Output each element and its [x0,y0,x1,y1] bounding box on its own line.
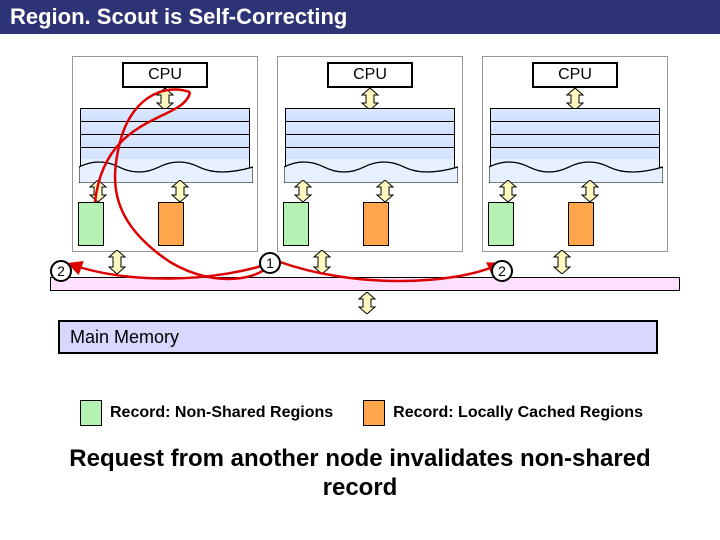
step-badge-2-right: 2 [491,260,513,282]
cache-table [490,108,660,180]
nonshared-region-box [283,202,309,246]
bidir-arrow-icon [105,250,129,274]
title-text: Region. Scout is Self-Correcting [10,4,347,29]
legend-swatch-orange [363,400,385,426]
interconnect-bus [50,277,680,291]
cpu-box: CPU [327,62,413,88]
bidir-arrow-icon [358,88,382,110]
caption-text: Request from another node invalidates no… [69,445,650,501]
cpu-label: CPU [353,66,387,83]
bidir-arrow-icon [563,88,587,110]
bidir-arrow-icon [153,88,177,110]
legend-swatch-green [80,400,102,426]
bidir-arrow-icon [373,180,397,202]
main-memory-label: Main Memory [70,327,179,347]
diagram: CPU CPU [0,62,720,372]
caption: Request from another node invalidates no… [0,445,720,503]
legend-locally-cached: Record: Locally Cached Regions [363,400,643,426]
bidir-arrow-icon [355,292,379,314]
cache-table [80,108,250,180]
legend: Record: Non-Shared Regions Record: Local… [80,400,680,426]
bidir-arrow-icon [86,180,110,202]
bidir-arrow-icon [291,180,315,202]
legend-label: Record: Non-Shared Regions [110,404,333,422]
step-badge-2-left: 2 [50,260,72,282]
bidir-arrow-icon [496,180,520,202]
locally-cached-box [158,202,184,246]
bidir-arrow-icon [578,180,602,202]
cache-table [285,108,455,180]
main-memory-box: Main Memory [58,320,658,354]
cpu-label: CPU [148,66,182,83]
cpu-box: CPU [122,62,208,88]
legend-label: Record: Locally Cached Regions [393,404,643,422]
locally-cached-box [363,202,389,246]
cpu-box: CPU [532,62,618,88]
step-badge-1: 1 [259,252,281,274]
title-bar: Region. Scout is Self-Correcting [0,0,720,37]
locally-cached-box [568,202,594,246]
nonshared-region-box [78,202,104,246]
legend-nonshared: Record: Non-Shared Regions [80,400,333,426]
bidir-arrow-icon [310,250,334,274]
cpu-label: CPU [558,66,592,83]
bidir-arrow-icon [550,250,574,274]
nonshared-region-box [488,202,514,246]
bidir-arrow-icon [168,180,192,202]
